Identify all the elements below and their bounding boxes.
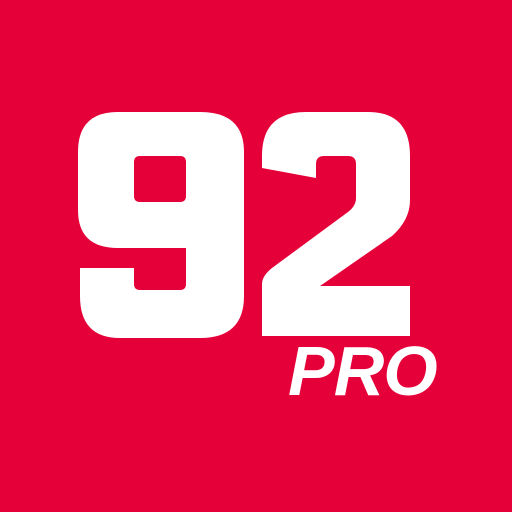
digit-two xyxy=(262,112,410,336)
logo-92-mark xyxy=(78,112,410,338)
app-icon: PRO xyxy=(0,0,512,512)
pro-badge-text: PRO xyxy=(288,332,438,410)
digit-nine xyxy=(78,112,244,338)
